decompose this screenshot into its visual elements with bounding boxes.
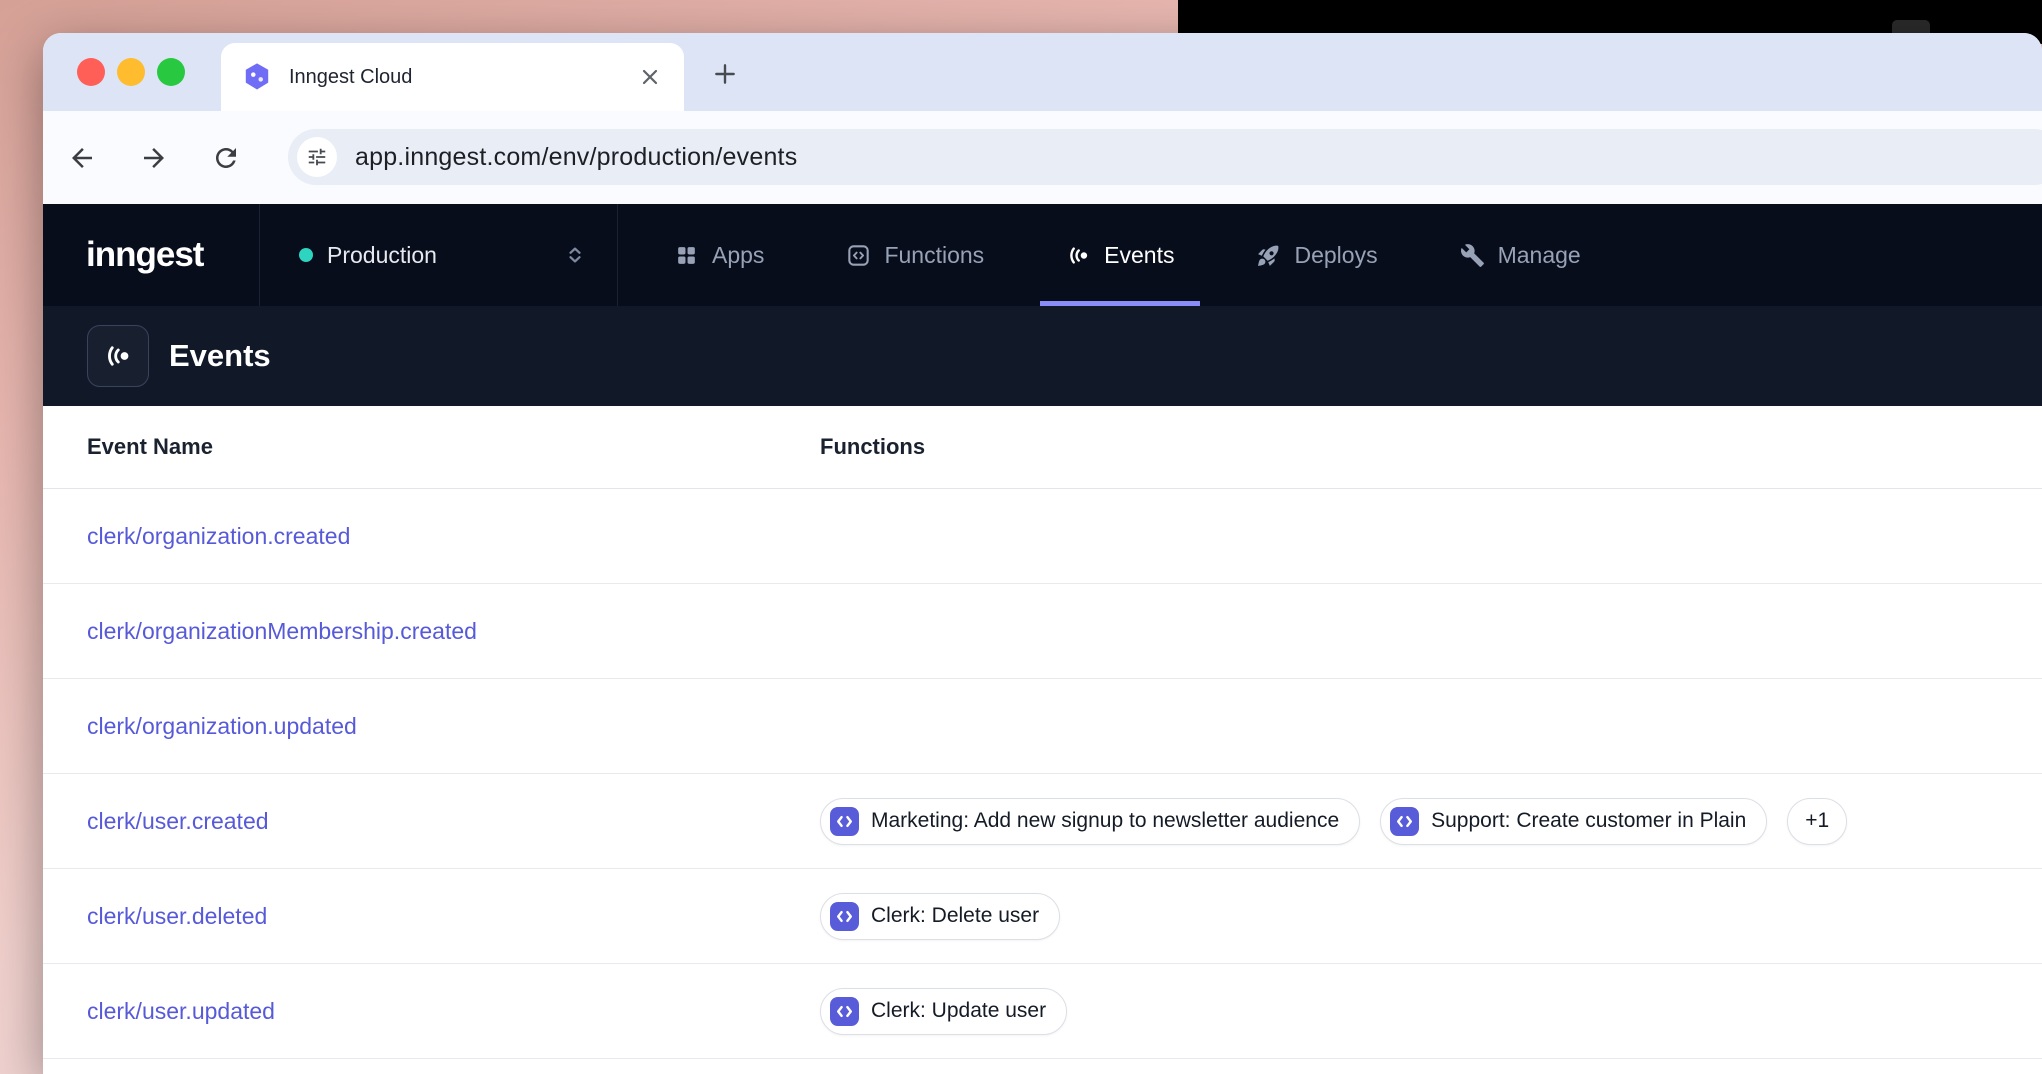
functions-cell: Marketing: Add new signup to newsletter … <box>820 798 2042 845</box>
nav-item-functions[interactable]: Functions <box>820 204 1010 306</box>
tab-close-icon[interactable] <box>638 65 662 89</box>
column-header-functions: Functions <box>820 434 2042 460</box>
nav-item-deploys[interactable]: Deploys <box>1230 204 1403 306</box>
app-navbar: inngest Production Apps <box>43 204 2042 306</box>
minimize-window-button[interactable] <box>117 58 145 86</box>
events-table: Event Name Functions clerk/organization.… <box>43 406 2042 1059</box>
nav-item-label: Functions <box>884 242 984 269</box>
event-name-link[interactable]: clerk/user.deleted <box>87 903 267 929</box>
event-name-link[interactable]: clerk/user.updated <box>87 998 275 1024</box>
events-table-body: clerk/organization.created clerk/organiza… <box>43 489 2042 1059</box>
code-icon <box>830 902 859 931</box>
table-header-row: Event Name Functions <box>43 406 2042 489</box>
nav-item-label: Manage <box>1498 242 1581 269</box>
table-row: clerk/organizationMembership.created <box>43 584 2042 679</box>
nav-items: Apps Functions Events <box>648 204 1607 306</box>
new-tab-button[interactable] <box>712 61 738 87</box>
page-title: Events <box>169 338 271 374</box>
chevron-up-down-icon <box>563 243 587 267</box>
functions-cell: Clerk: Update user <box>820 988 2042 1035</box>
back-arrow-icon <box>67 143 97 173</box>
event-name-link[interactable]: clerk/organization.updated <box>87 713 357 739</box>
reload-icon <box>211 143 241 173</box>
nav-item-apps[interactable]: Apps <box>648 204 790 306</box>
browser-toolbar: app.inngest.com/env/production/events <box>43 111 2042 204</box>
event-name-link[interactable]: clerk/organization.created <box>87 523 350 549</box>
reload-button[interactable] <box>204 136 248 180</box>
rocket-icon <box>1256 243 1281 268</box>
back-button[interactable] <box>60 136 104 180</box>
function-pill-label: Marketing: Add new signup to newsletter … <box>871 809 1339 833</box>
nav-item-events[interactable]: Events <box>1040 204 1200 306</box>
overflow-count-pill[interactable]: +1 <box>1787 798 1847 845</box>
site-settings-button[interactable] <box>297 137 337 177</box>
inngest-logo[interactable]: inngest <box>43 204 260 306</box>
forward-arrow-icon <box>139 143 169 173</box>
table-row: clerk/user.updated Clerk: Update user <box>43 964 2042 1059</box>
code-square-icon <box>846 243 871 268</box>
functions-cell: Clerk: Delete user <box>820 893 2042 940</box>
function-pill-label: Support: Create customer in Plain <box>1431 809 1746 833</box>
table-row: clerk/organization.created <box>43 489 2042 584</box>
forward-button[interactable] <box>132 136 176 180</box>
inngest-favicon-icon <box>241 61 273 93</box>
environment-selector[interactable]: Production <box>260 204 618 306</box>
table-row: clerk/organization.updated <box>43 679 2042 774</box>
event-name-link[interactable]: clerk/organizationMembership.created <box>87 618 477 644</box>
browser-window: Inngest Cloud app.inngest.com/en <box>43 33 2042 1074</box>
maximize-window-button[interactable] <box>157 58 185 86</box>
function-pill-label: Clerk: Delete user <box>871 904 1039 928</box>
function-pill[interactable]: Marketing: Add new signup to newsletter … <box>820 798 1360 845</box>
table-row: clerk/user.deleted Clerk: Delete user <box>43 869 2042 964</box>
page-icon-box <box>87 325 149 387</box>
function-pill[interactable]: Clerk: Update user <box>820 988 1067 1035</box>
function-pill[interactable]: Support: Create customer in Plain <box>1380 798 1767 845</box>
address-bar[interactable]: app.inngest.com/env/production/events <box>288 129 2042 185</box>
event-waves-icon <box>103 341 133 371</box>
code-icon <box>830 997 859 1026</box>
nav-item-label: Apps <box>712 242 764 269</box>
window-controls <box>77 58 185 86</box>
code-icon <box>1390 807 1419 836</box>
code-icon <box>830 807 859 836</box>
event-waves-icon <box>1066 243 1091 268</box>
column-header-event-name: Event Name <box>43 434 820 460</box>
url-text[interactable]: app.inngest.com/env/production/events <box>355 143 797 172</box>
nav-item-label: Deploys <box>1294 242 1377 269</box>
event-name-link[interactable]: clerk/user.created <box>87 808 269 834</box>
close-window-button[interactable] <box>77 58 105 86</box>
tune-icon <box>306 146 328 168</box>
apps-grid-icon <box>674 243 699 268</box>
nav-item-label: Events <box>1104 242 1174 269</box>
table-row: clerk/user.created Marketing: Add new sig… <box>43 774 2042 869</box>
function-pill-label: Clerk: Update user <box>871 999 1046 1023</box>
nav-item-manage[interactable]: Manage <box>1434 204 1607 306</box>
tab-title: Inngest Cloud <box>289 66 638 89</box>
tab-strip: Inngest Cloud <box>43 33 2042 111</box>
page-header: Events <box>43 306 2042 406</box>
browser-tab[interactable]: Inngest Cloud <box>221 43 684 111</box>
environment-status-dot <box>299 248 313 262</box>
wrench-icon <box>1460 243 1485 268</box>
environment-name: Production <box>327 242 437 269</box>
function-pill[interactable]: Clerk: Delete user <box>820 893 1060 940</box>
